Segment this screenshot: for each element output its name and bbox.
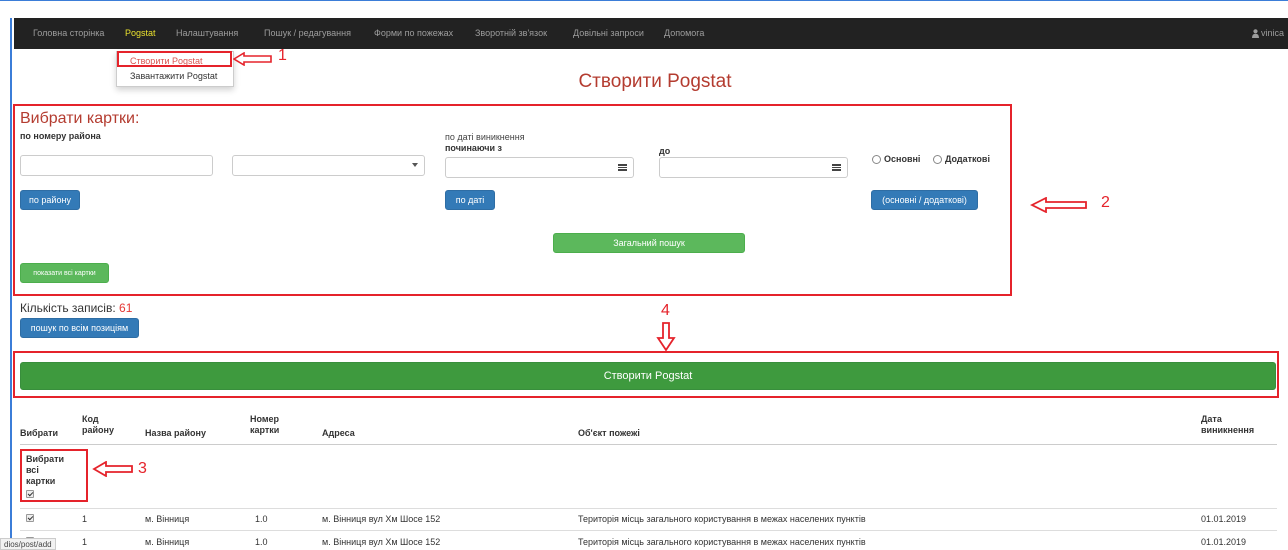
- cell-card: 1.0: [255, 537, 268, 547]
- row-divider: [20, 508, 1277, 509]
- nav-custom-queries[interactable]: Довільні запроси: [573, 18, 644, 49]
- search-all-positions-button[interactable]: пошук по всім позиціям: [20, 318, 139, 338]
- annotation-label-1: 1: [278, 47, 287, 64]
- annotation-arrow-1: [233, 52, 272, 66]
- radio-main[interactable]: Основні: [872, 154, 920, 164]
- chevron-down-icon: [412, 163, 418, 167]
- cell-date: 01.01.2019: [1201, 537, 1247, 547]
- cell-address: м. Вінниця вул Хм Шосе 152: [322, 537, 441, 547]
- row-divider: [20, 530, 1277, 531]
- col-header-date-line2: виникнення: [1201, 425, 1255, 435]
- date-label: по даті виникнення: [445, 132, 525, 142]
- annotation-label-3: 3: [138, 460, 147, 477]
- col-header-card-number: Номер картки: [250, 414, 279, 436]
- window-top-edge: [0, 0, 1288, 18]
- annotation-label-4: 4: [661, 302, 670, 319]
- calendar-button[interactable]: [825, 158, 847, 177]
- annotation-arrow-3: [92, 461, 133, 477]
- radio-additional-label: Додаткові: [945, 154, 990, 164]
- record-count: Кількість записів: 61: [20, 301, 132, 315]
- user-name: vinica: [1260, 28, 1284, 38]
- calendar-icon: [831, 164, 841, 171]
- nav-search-edit[interactable]: Пошук / редагування: [264, 18, 351, 49]
- col-header-card-line1: Номер: [250, 414, 280, 424]
- radio-additional[interactable]: Додаткові: [933, 154, 990, 164]
- from-date-label: починаючи з: [445, 143, 502, 153]
- cell-object: Територія місць загального користування …: [578, 514, 866, 524]
- window-left-edge: [10, 18, 12, 550]
- status-bar-url: dios/post/add: [0, 538, 56, 550]
- nav-help[interactable]: Допомога: [664, 18, 704, 49]
- annotation-arrow-4: [656, 322, 676, 352]
- row-checkbox[interactable]: [26, 514, 34, 522]
- col-header-code-line2: району: [82, 425, 114, 435]
- page-title: Створити Pogstat: [578, 71, 732, 92]
- cell-address: м. Вінниця вул Хм Шосе 152: [322, 514, 441, 524]
- cell-district: м. Вінниця: [145, 537, 190, 547]
- create-pogstat-button[interactable]: Створити Pogstat: [20, 362, 1276, 390]
- nav-feedback[interactable]: Зворотній зв'язок: [475, 18, 547, 49]
- radio-main-label: Основні: [884, 154, 921, 164]
- user-icon: [1251, 29, 1259, 39]
- col-header-code: Код району: [82, 414, 114, 436]
- cell-district: м. Вінниця: [145, 514, 190, 524]
- table-header-divider: [20, 444, 1277, 445]
- col-header-district-name: Назва району: [145, 428, 206, 438]
- nav-settings[interactable]: Налаштування: [176, 18, 238, 49]
- cell-code: 1: [82, 514, 88, 524]
- calendar-button[interactable]: [611, 158, 633, 177]
- filter-by-district-button[interactable]: по району: [20, 190, 80, 210]
- filter-by-type-button[interactable]: (основні / додаткові): [871, 190, 978, 210]
- col-header-card-line2: картки: [250, 425, 280, 435]
- district-number-input[interactable]: [20, 155, 213, 176]
- general-search-button[interactable]: Загальний пошук: [553, 233, 745, 253]
- annotation-arrow-2: [1030, 197, 1087, 213]
- district-label: по номеру района: [20, 131, 101, 141]
- date-to-input[interactable]: [659, 157, 848, 178]
- col-header-address: Адреса: [322, 428, 355, 438]
- col-header-date: Дата виникнення: [1201, 414, 1254, 436]
- nav-fire-forms[interactable]: Форми по пожежах: [374, 18, 453, 49]
- cell-card: 1.0: [255, 514, 268, 524]
- annotation-label-2: 2: [1101, 194, 1110, 211]
- district-select[interactable]: [232, 155, 425, 176]
- nav-home[interactable]: Головна сторінка: [33, 18, 104, 49]
- cell-code: 1: [82, 537, 88, 547]
- date-from-input[interactable]: [445, 157, 634, 178]
- top-navbar: Головна сторінка Pogstat Налаштування По…: [14, 18, 1288, 49]
- annotation-box-1: [117, 51, 232, 67]
- col-header-select: Вибрати: [20, 428, 59, 438]
- cell-object: Територія місць загального користування …: [578, 537, 866, 547]
- col-header-date-line1: Дата: [1201, 414, 1222, 424]
- filter-heading: Вибрати картки:: [20, 110, 140, 127]
- radio-circle[interactable]: [933, 154, 942, 164]
- filter-by-date-button[interactable]: по даті: [445, 190, 495, 210]
- to-date-label: до: [659, 146, 671, 156]
- annotation-box-3: [20, 449, 88, 502]
- cell-date: 01.01.2019: [1201, 514, 1247, 524]
- radio-circle[interactable]: [872, 154, 881, 164]
- col-header-code-line1: Код: [82, 414, 99, 424]
- nav-pogstat[interactable]: Pogstat: [125, 18, 156, 49]
- calendar-icon: [617, 164, 627, 171]
- record-count-value: 61: [119, 301, 133, 315]
- col-header-object: Об'єкт пожежі: [578, 428, 640, 438]
- show-all-cards-button[interactable]: показати всі картки: [20, 263, 109, 283]
- user-menu[interactable]: vinica: [1251, 18, 1284, 49]
- record-count-label: Кількість записів:: [20, 301, 116, 315]
